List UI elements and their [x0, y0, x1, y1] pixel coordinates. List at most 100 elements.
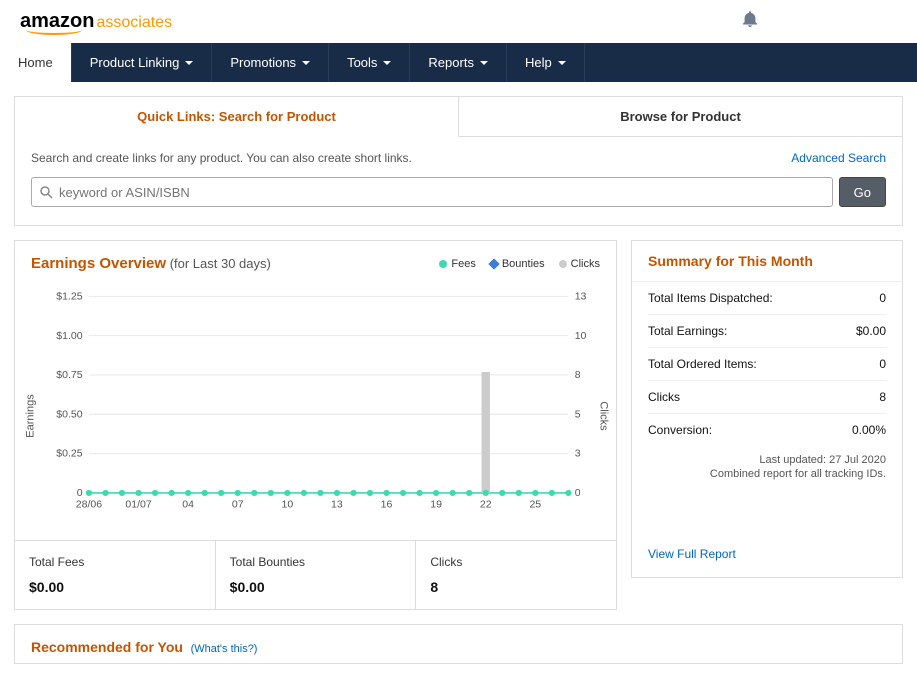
summary-value: $0.00 [856, 324, 886, 338]
svg-text:16: 16 [381, 500, 393, 511]
legend-bounties-label: Bounties [502, 258, 545, 270]
svg-text:13: 13 [331, 500, 343, 511]
summary-label: Total Ordered Items: [648, 357, 757, 371]
svg-text:10: 10 [281, 500, 293, 511]
svg-text:19: 19 [430, 500, 442, 511]
search-icon [40, 186, 53, 199]
main-nav: Home Product Linking Promotions Tools Report… [0, 43, 917, 82]
total-value: 8 [430, 579, 602, 595]
summary-row: Conversion: 0.00% [648, 414, 886, 446]
nav-item-help[interactable]: Help [507, 43, 585, 82]
earnings-chart: Earnings Clicks 0 $0.25 $0.50 $0.75 $1.00 $1.… [15, 280, 616, 540]
tab-browse-product[interactable]: Browse for Product [458, 97, 902, 137]
nav-item-product-linking[interactable]: Product Linking [72, 43, 213, 82]
whats-this-link[interactable]: (What's this?) [191, 643, 258, 655]
legend-fees-label: Fees [451, 258, 475, 270]
logo[interactable]: amazon associates [20, 10, 172, 33]
svg-text:01/07: 01/07 [125, 500, 152, 511]
total-value: $0.00 [230, 579, 402, 595]
summary-combined: Combined report for all tracking IDs. [648, 468, 886, 480]
legend-clicks-icon [559, 260, 567, 268]
legend-fees-icon [439, 260, 447, 268]
summary-row: Total Earnings: $0.00 [648, 315, 886, 348]
y-axis-right-label: Clicks [597, 401, 609, 430]
nav-label: Tools [347, 55, 377, 70]
chevron-down-icon [185, 61, 193, 65]
summary-title: Summary for This Month [632, 241, 902, 282]
svg-text:0: 0 [77, 488, 83, 499]
svg-text:$0.75: $0.75 [56, 370, 83, 381]
svg-text:10: 10 [575, 331, 587, 342]
earnings-subtitle: (for Last 30 days) [170, 256, 271, 271]
svg-text:8: 8 [575, 370, 581, 381]
nav-item-reports[interactable]: Reports [410, 43, 507, 82]
legend-bounties-icon [488, 258, 499, 269]
recommended-card: Recommended for You (What's this?) [14, 624, 903, 664]
chart-legend: Fees Bounties Clicks [439, 258, 600, 270]
recommended-title: Recommended for You [31, 639, 183, 655]
search-input[interactable] [53, 185, 824, 200]
nav-label: Promotions [230, 55, 296, 70]
summary-value: 0 [879, 291, 886, 305]
svg-text:$1.00: $1.00 [56, 331, 83, 342]
chevron-down-icon [480, 61, 488, 65]
nav-label: Home [18, 55, 53, 70]
svg-text:13: 13 [575, 292, 587, 303]
svg-text:0: 0 [575, 488, 581, 499]
view-full-report-link[interactable]: View Full Report [648, 547, 736, 561]
go-button[interactable]: Go [839, 177, 886, 207]
summary-label: Total Earnings: [648, 324, 727, 338]
y-axis-left-label: Earnings [25, 394, 37, 437]
search-box[interactable] [31, 177, 833, 207]
summary-row: Total Items Dispatched: 0 [648, 282, 886, 315]
earnings-title: Earnings Overview [31, 255, 166, 272]
summary-updated: Last updated: 27 Jul 2020 [648, 454, 886, 466]
svg-text:3: 3 [575, 449, 581, 460]
svg-text:5: 5 [575, 409, 581, 420]
summary-value: 0 [879, 357, 886, 371]
svg-text:$0.25: $0.25 [56, 449, 83, 460]
summary-card: Summary for This Month Total Items Dispa… [631, 240, 903, 578]
top-header: amazon associates [0, 0, 917, 43]
summary-row: Total Ordered Items: 0 [648, 348, 886, 381]
total-label: Clicks [430, 555, 602, 569]
summary-label: Clicks [648, 390, 680, 404]
total-cell: Total Fees $0.00 [15, 541, 216, 609]
total-cell: Clicks 8 [416, 541, 616, 609]
earnings-overview-card: Earnings Overview (for Last 30 days) Fee… [14, 240, 617, 610]
total-cell: Total Bounties $0.00 [216, 541, 417, 609]
summary-value: 0.00% [852, 423, 886, 437]
total-label: Total Fees [29, 555, 201, 569]
svg-text:22: 22 [480, 500, 492, 511]
summary-label: Conversion: [648, 423, 712, 437]
nav-item-tools[interactable]: Tools [329, 43, 410, 82]
logo-suffix: associates [96, 14, 172, 32]
summary-row: Clicks 8 [648, 381, 886, 414]
nav-item-promotions[interactable]: Promotions [212, 43, 329, 82]
chevron-down-icon [383, 61, 391, 65]
nav-label: Reports [428, 55, 474, 70]
advanced-search-link[interactable]: Advanced Search [791, 151, 886, 165]
chevron-down-icon [558, 61, 566, 65]
tab-search-product[interactable]: Quick Links: Search for Product [15, 97, 458, 137]
svg-text:04: 04 [182, 500, 194, 511]
quick-links-card: Quick Links: Search for Product Browse f… [14, 96, 903, 226]
nav-item-home[interactable]: Home [0, 43, 72, 82]
svg-text:$1.25: $1.25 [56, 292, 83, 303]
nav-label: Help [525, 55, 552, 70]
svg-text:28/06: 28/06 [76, 500, 103, 511]
total-value: $0.00 [29, 579, 201, 595]
totals-row: Total Fees $0.00 Total Bounties $0.00 Clicks… [15, 540, 616, 609]
logo-brand: amazon [20, 10, 94, 33]
svg-text:25: 25 [529, 500, 541, 511]
nav-label: Product Linking [90, 55, 180, 70]
svg-text:07: 07 [232, 500, 244, 511]
chevron-down-icon [302, 61, 310, 65]
summary-value: 8 [879, 390, 886, 404]
svg-text:$0.50: $0.50 [56, 409, 83, 420]
notification-bell-icon[interactable] [743, 11, 897, 32]
total-label: Total Bounties [230, 555, 402, 569]
search-description: Search and create links for any product.… [31, 151, 412, 165]
summary-label: Total Items Dispatched: [648, 291, 773, 305]
legend-clicks-label: Clicks [571, 258, 600, 270]
